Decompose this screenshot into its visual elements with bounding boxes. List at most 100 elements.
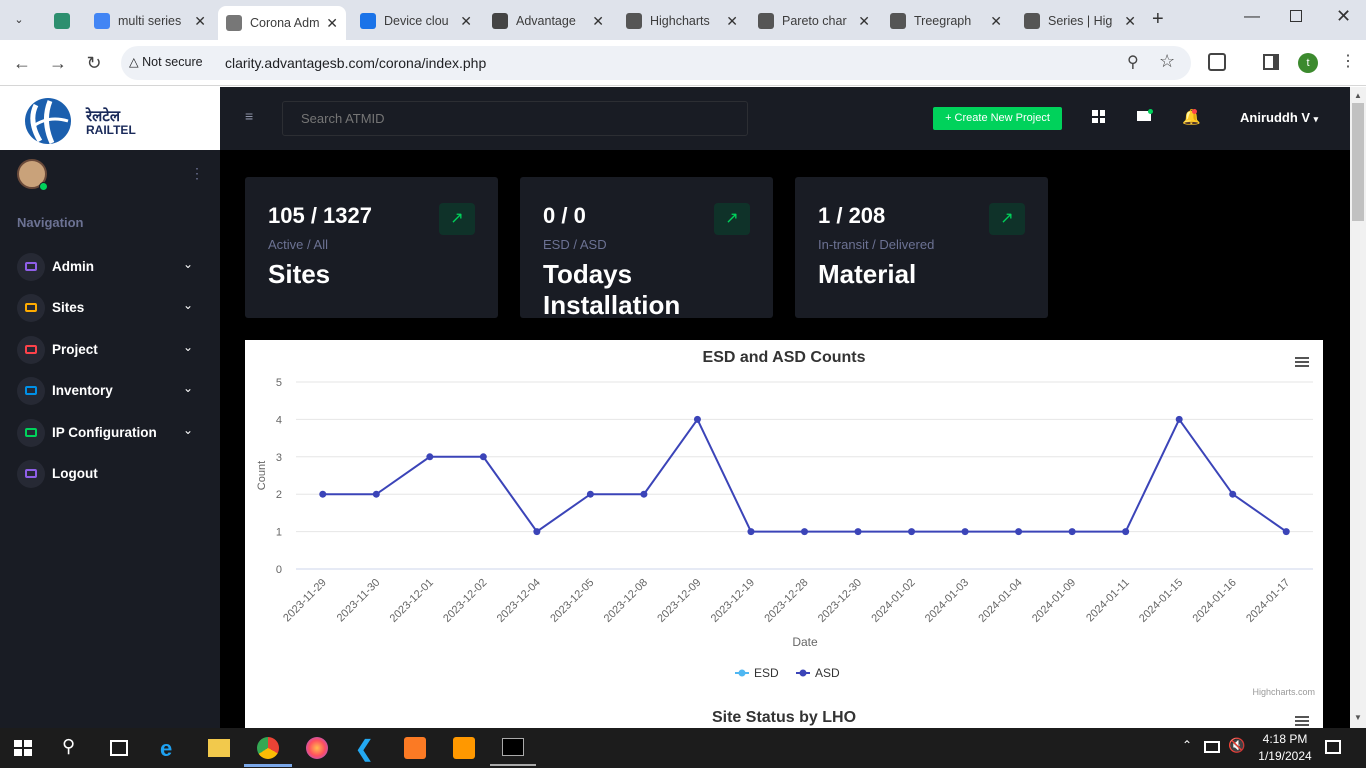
tab-close-icon[interactable]: ✕	[460, 13, 472, 30]
data-point	[1015, 528, 1023, 536]
zoom-icon[interactable]: ⚲	[1127, 52, 1139, 72]
card-subtitle: ESD / ASD	[543, 237, 607, 252]
close-window-icon[interactable]: ✕	[1336, 6, 1351, 27]
tray-chevron-icon[interactable]: ⌃	[1182, 738, 1192, 752]
browser-tab[interactable]: multi series ✕	[86, 6, 214, 36]
railtel-logo-icon	[25, 98, 71, 145]
sidebar-item-logout[interactable]: Logout	[17, 460, 207, 490]
task-view-icon[interactable]	[110, 740, 128, 756]
restore-icon[interactable]	[1290, 10, 1302, 22]
chart-menu-icon-bar	[1295, 357, 1309, 359]
x-tick-label: 2024-01-03	[923, 577, 971, 625]
chevron-down-icon: ⌄	[182, 422, 193, 437]
tab-favicon-icon	[492, 13, 508, 29]
nav-item-label: Inventory	[52, 383, 113, 399]
not-secure-indicator[interactable]: △ Not secure	[129, 54, 203, 69]
tab-favicon-icon	[1024, 13, 1040, 29]
browser-tab[interactable]: Pareto char ✕	[750, 6, 878, 36]
menu-toggle-icon[interactable]: ≡	[245, 108, 253, 124]
tab-close-icon[interactable]: ✕	[326, 15, 338, 32]
search-icon[interactable]: ⚲	[62, 736, 88, 760]
sidebar: रेलटेल RAILTEL ⋮ Navigation Admin ⌄ Sites ⌄…	[0, 87, 220, 728]
sidebar-item-ip-configuration[interactable]: IP Configuration ⌄	[17, 418, 207, 449]
browser-tab[interactable]: Device clou ✕	[352, 6, 480, 36]
browser-tab[interactable]: Treegraph ✕	[882, 6, 1010, 36]
profile-avatar[interactable]: t	[1298, 53, 1318, 73]
browser-tab[interactable]: Advantage ✕	[484, 6, 612, 36]
search-input[interactable]	[282, 101, 748, 136]
highcharts-credits: Highcharts.com	[1252, 687, 1315, 697]
browser-tab[interactable]: Highcharts ✕	[618, 6, 746, 36]
sidebar-item-sites[interactable]: Sites ⌄	[17, 294, 207, 324]
browser-tab[interactable]: Series | Hig ✕	[1016, 6, 1144, 36]
windows-start-icon[interactable]	[14, 740, 32, 756]
clock-time[interactable]: 4:18 PM	[1260, 732, 1310, 746]
notifications-icon[interactable]	[1325, 740, 1341, 754]
tab-close-icon[interactable]: ✕	[990, 13, 1002, 30]
tab-title: Advantage	[516, 14, 576, 28]
arrow-up-right-icon[interactable]: ↗	[714, 203, 750, 235]
card-subtitle: Active / All	[268, 237, 328, 252]
x-axis-label: Date	[792, 635, 818, 649]
firefox-icon[interactable]	[306, 737, 328, 759]
user-menu[interactable]: Aniruddh V ▾	[1240, 110, 1318, 125]
sidebar-item-admin[interactable]: Admin ⌄	[17, 253, 207, 283]
tab-close-icon[interactable]: ✕	[726, 13, 738, 30]
reload-icon[interactable]: ↻	[81, 50, 107, 76]
scrollbar-thumb[interactable]	[1352, 103, 1364, 221]
xampp-icon[interactable]	[404, 737, 426, 759]
sidebar-item-project[interactable]: Project ⌄	[17, 335, 207, 366]
volume-muted-icon[interactable]: 🔇	[1228, 737, 1245, 754]
x-tick-label: 2024-01-09	[1030, 577, 1078, 625]
arrow-up-right-icon[interactable]: ↗	[439, 203, 475, 235]
stat-card: 0 / 0 ESD / ASD Todays Installation ↗	[520, 177, 773, 320]
page-scrollbar[interactable]: ▲ ▼	[1350, 87, 1366, 728]
create-new-project-button[interactable]: + Create New Project	[933, 107, 1062, 130]
nav-item-label: Project	[52, 341, 98, 357]
side-panel-icon[interactable]	[1263, 54, 1279, 70]
tab-title: Device clou	[384, 14, 449, 28]
esd-asd-chart: ESD and ASD Counts 0 1 2 3 4 5 Count 2023-11-29 2…	[245, 340, 1323, 740]
chart-menu-icon-bar	[1295, 365, 1309, 367]
clock-date[interactable]: 1/19/2024	[1254, 749, 1316, 763]
chrome-icon[interactable]	[257, 737, 279, 759]
forward-icon[interactable]: →	[45, 50, 71, 76]
nav-item-icon	[17, 418, 45, 447]
network-icon[interactable]	[1204, 741, 1220, 753]
nav-item-icon	[17, 460, 45, 488]
file-explorer-icon[interactable]	[208, 739, 230, 757]
sidebar-item-inventory[interactable]: Inventory ⌄	[17, 377, 207, 407]
url-text[interactable]: clarity.advantagesb.com/corona/index.php	[225, 55, 486, 71]
tab-close-icon[interactable]: ✕	[1124, 13, 1136, 30]
scroll-down-icon[interactable]: ▼	[1354, 713, 1362, 722]
data-point	[319, 490, 327, 498]
tab-search-button[interactable]: ⌄	[8, 9, 30, 31]
browser-tab[interactable]	[46, 6, 80, 36]
new-tab-icon[interactable]: +	[1152, 8, 1164, 31]
extensions-icon[interactable]	[1208, 53, 1226, 71]
tab-close-icon[interactable]: ✕	[592, 13, 604, 30]
scroll-up-icon[interactable]: ▲	[1354, 91, 1362, 100]
data-point	[1068, 528, 1076, 536]
data-point	[1122, 528, 1130, 536]
y-tick-label: 5	[276, 377, 282, 389]
grid-icon[interactable]	[1092, 110, 1105, 123]
sidebar-kebab-icon[interactable]: ⋮	[190, 165, 204, 182]
browser-tab[interactable]: Corona Adm ✕	[218, 6, 346, 40]
bookmark-star-icon[interactable]: ☆	[1159, 51, 1175, 72]
menu-kebab-icon[interactable]: ⋮	[1340, 51, 1356, 71]
back-icon[interactable]: ←	[9, 50, 35, 76]
tab-close-icon[interactable]: ✕	[194, 13, 206, 30]
sublime-icon[interactable]	[453, 737, 475, 759]
minimize-icon[interactable]: —	[1244, 8, 1260, 26]
tab-favicon-icon	[890, 13, 906, 29]
edge-icon[interactable]: e	[160, 736, 186, 761]
terminal-icon[interactable]	[502, 738, 524, 756]
y-tick-label: 0	[276, 564, 282, 576]
tab-favicon-icon	[54, 13, 70, 29]
arrow-up-right-icon[interactable]: ↗	[989, 203, 1025, 235]
vscode-icon[interactable]: ❮	[355, 736, 381, 761]
tab-close-icon[interactable]: ✕	[858, 13, 870, 30]
omnibox[interactable]: △ Not secure clarity.advantagesb.com/cor…	[121, 46, 1191, 80]
x-tick-label: 2023-12-09	[655, 577, 703, 625]
